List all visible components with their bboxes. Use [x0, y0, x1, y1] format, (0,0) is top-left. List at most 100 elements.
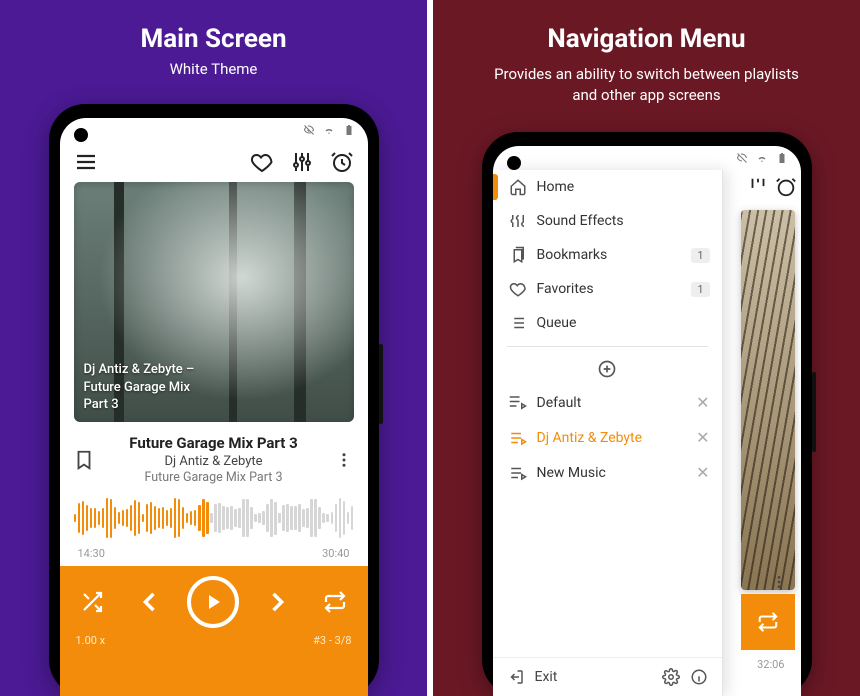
repeat-icon: [323, 590, 347, 614]
phone-side-button: [812, 372, 816, 452]
playlist-item[interactable]: New Music ✕: [493, 455, 722, 490]
favorites-count-badge: 1: [691, 282, 709, 297]
right-showcase-panel: Navigation Menu Provides an ability to s…: [433, 0, 860, 696]
sliders-icon: [747, 176, 769, 198]
next-button[interactable]: [257, 582, 297, 622]
heart-icon: [509, 280, 527, 298]
phone-mockup: Dj Antiz & Zebyte – Future Garage Mix Pa…: [49, 104, 379, 696]
play-button[interactable]: [187, 576, 239, 628]
background-toolbar-peek: [747, 176, 797, 198]
bookmarks-icon: [509, 246, 527, 264]
exit-icon: [507, 668, 525, 686]
time-total: 30:40: [322, 547, 349, 560]
phone-mockup: 32:06 Home Sound Effects Bookmarks 1: [482, 132, 812, 696]
phone-side-button: [379, 344, 383, 424]
repeat-icon: [757, 611, 779, 633]
favorite-button[interactable]: [246, 146, 278, 178]
bookmark-icon: [73, 449, 95, 471]
nav-item-favorites[interactable]: Favorites 1: [493, 272, 722, 306]
art-overlay-text: Dj Antiz & Zebyte – Future Garage Mix Pa…: [84, 361, 195, 414]
bookmarks-count-badge: 1: [691, 248, 709, 263]
nav-item-bookmarks[interactable]: Bookmarks 1: [493, 238, 722, 272]
queue-position[interactable]: #3 - 3/8: [313, 634, 351, 647]
wifi-icon: [322, 124, 336, 136]
status-bar: [60, 118, 368, 142]
remove-playlist-button[interactable]: ✕: [696, 428, 709, 447]
wifi-icon: [755, 152, 769, 164]
track-album: Future Garage Mix Part 3: [98, 470, 330, 485]
panel-title: Main Screen: [140, 24, 286, 54]
nav-label: Favorites: [537, 281, 594, 297]
drawer-separator: [507, 346, 708, 347]
alarm-icon: [775, 176, 797, 198]
nav-label: Sound Effects: [537, 213, 624, 229]
battery-icon: [775, 152, 789, 164]
playlist-icon: [509, 394, 527, 412]
equalizer-button[interactable]: [286, 146, 318, 178]
playlist-item[interactable]: Dj Antiz & Zebyte ✕: [493, 420, 722, 455]
heart-icon: [250, 150, 274, 174]
sleep-timer-button[interactable]: [326, 146, 358, 178]
eye-off-icon: [302, 124, 316, 136]
album-art[interactable]: Dj Antiz & Zebyte – Future Garage Mix Pa…: [74, 182, 354, 422]
play-icon: [201, 590, 225, 614]
gear-icon: [662, 668, 680, 686]
top-app-bar: [60, 142, 368, 182]
sliders-icon: [509, 212, 527, 230]
panel-title: Navigation Menu: [547, 24, 745, 54]
panel-description: Provides an ability to switch between pl…: [487, 64, 807, 106]
shuffle-button[interactable]: [72, 582, 112, 622]
time-total-peek: 32:06: [757, 658, 784, 671]
playback-speed[interactable]: 1.00 x: [76, 634, 106, 647]
playlist-item[interactable]: Default ✕: [493, 385, 722, 420]
panel-subtitle: White Theme: [170, 60, 258, 78]
hamburger-icon: [74, 150, 98, 174]
time-elapsed: 14:30: [78, 547, 105, 560]
add-playlist-button[interactable]: [493, 353, 722, 385]
playlist-label: New Music: [537, 465, 606, 481]
eye-off-icon: [735, 152, 749, 164]
info-button[interactable]: [690, 668, 708, 686]
home-icon: [509, 178, 527, 196]
queue-icon: [509, 314, 527, 332]
track-artist: Dj Antiz & Zebyte: [98, 454, 330, 469]
more-vertical-icon: [335, 451, 353, 469]
track-title: Future Garage Mix Part 3: [98, 434, 330, 452]
nav-label: Home: [537, 179, 575, 195]
playlist-label: Default: [537, 395, 582, 411]
shuffle-icon: [80, 590, 104, 614]
album-art-peek: [741, 210, 795, 590]
camera-cutout: [507, 156, 521, 170]
nav-label: Bookmarks: [537, 247, 608, 263]
status-bar: [493, 146, 801, 170]
previous-button[interactable]: [130, 582, 170, 622]
navigation-drawer: Home Sound Effects Bookmarks 1 Favorites…: [493, 170, 723, 696]
plus-circle-icon: [597, 359, 617, 379]
bookmark-button[interactable]: [70, 449, 98, 471]
alarm-icon: [330, 150, 354, 174]
waveform-seekbar[interactable]: [74, 495, 354, 541]
nav-label: Queue: [537, 315, 577, 331]
remove-playlist-button[interactable]: ✕: [696, 463, 709, 482]
repeat-button-peek: [741, 594, 795, 650]
track-more-button[interactable]: [330, 451, 358, 469]
sliders-icon: [290, 150, 314, 174]
left-showcase-panel: Main Screen White Theme: [0, 0, 427, 696]
remove-playlist-button[interactable]: ✕: [696, 393, 709, 412]
chevron-left-icon: [136, 588, 164, 616]
playlist-icon: [509, 464, 527, 482]
nav-item-home[interactable]: Home: [493, 170, 722, 204]
info-icon: [690, 668, 708, 686]
track-more-button-peek: [771, 574, 787, 594]
camera-cutout: [74, 128, 88, 142]
chevron-right-icon: [263, 588, 291, 616]
playlist-label: Dj Antiz & Zebyte: [537, 430, 643, 446]
nav-item-effects[interactable]: Sound Effects: [493, 204, 722, 238]
nav-item-queue[interactable]: Queue: [493, 306, 722, 340]
menu-button[interactable]: [70, 146, 102, 178]
repeat-button[interactable]: [315, 582, 355, 622]
exit-button[interactable]: Exit: [535, 669, 558, 685]
settings-button[interactable]: [662, 668, 680, 686]
battery-icon: [342, 124, 356, 136]
playback-controls: 1.00 x #3 - 3/8: [60, 566, 368, 696]
